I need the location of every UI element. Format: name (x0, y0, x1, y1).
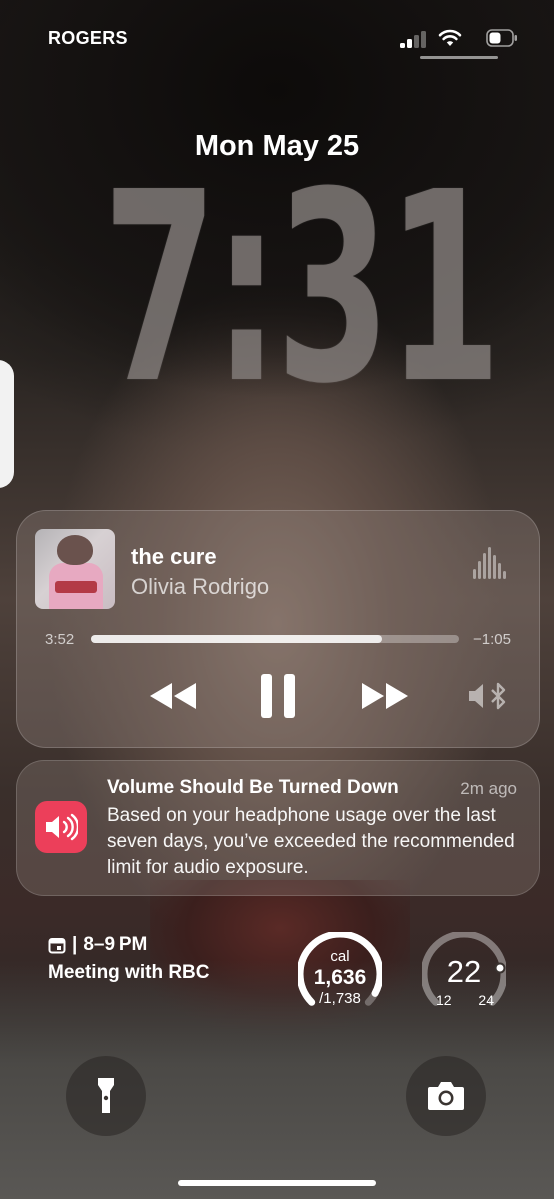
notification-title: Volume Should Be Turned Down (107, 777, 399, 798)
temperature-low: 12 (436, 992, 452, 1008)
pause-icon (261, 674, 295, 718)
battery-icon (486, 29, 517, 47)
home-indicator[interactable] (178, 1180, 376, 1186)
playback-progress (91, 635, 382, 643)
album-art[interactable] (35, 529, 115, 609)
calories-value: 1,636 (313, 966, 367, 989)
event-time-row: | 8–9 PM (48, 934, 268, 956)
calendar-widget[interactable]: | 8–9 PM Meeting with RBC (48, 934, 268, 984)
notification-body: Based on your headphone usage over the l… (107, 805, 515, 878)
edge-widget-tab[interactable] (0, 360, 14, 488)
notification-card[interactable]: Volume Should Be Turned Down 2m ago Base… (16, 760, 540, 896)
now-playing-widget[interactable]: the cure Olivia Rodrigo 3:52 −1:05 (16, 510, 540, 748)
lock-time: 7:31 (102, 136, 501, 441)
camera-icon (428, 1082, 464, 1110)
audio-output-button[interactable] (465, 673, 513, 719)
fast-forward-button[interactable] (353, 673, 417, 719)
rewind-icon (150, 683, 196, 709)
notification-app-icon (35, 801, 87, 853)
track-artist: Olivia Rodrigo (131, 574, 270, 599)
temperature-high: 24 (478, 992, 494, 1008)
event-title: Meeting with RBC (48, 962, 210, 983)
weather-widget[interactable]: 22 12 24 (422, 932, 506, 1016)
control-center-hint[interactable] (420, 56, 498, 59)
carrier-name: ROGERS (48, 28, 128, 48)
camera-button[interactable] (406, 1056, 486, 1136)
status-bar: ROGERS (48, 28, 518, 50)
calories-unit: cal (330, 948, 350, 965)
rewind-button[interactable] (141, 673, 205, 719)
elapsed-time: 3:52 (45, 631, 75, 648)
calendar-icon (48, 938, 66, 954)
track-title: the cure (131, 544, 217, 569)
temperature-current: 22 (446, 954, 482, 989)
audio-output-icon (469, 682, 506, 710)
flashlight-icon (98, 1078, 114, 1113)
wifi-icon (438, 29, 462, 46)
remaining-time: −1:05 (473, 631, 511, 648)
event-time: 8–9 PM (83, 934, 148, 955)
cellular-signal-icon (400, 30, 428, 48)
fast-forward-icon (362, 683, 408, 709)
waveform-icon (473, 547, 507, 579)
playback-scrubber[interactable] (91, 635, 459, 643)
calories-widget[interactable]: cal 1,636 /1,738 (298, 932, 382, 1016)
pause-button[interactable] (255, 673, 301, 719)
flashlight-button[interactable] (66, 1056, 146, 1136)
speaker-volume-icon (46, 813, 78, 841)
calendar-separator: | (72, 934, 78, 955)
notification-time: 2m ago (460, 779, 517, 798)
calories-goal: /1,738 (319, 990, 361, 1007)
